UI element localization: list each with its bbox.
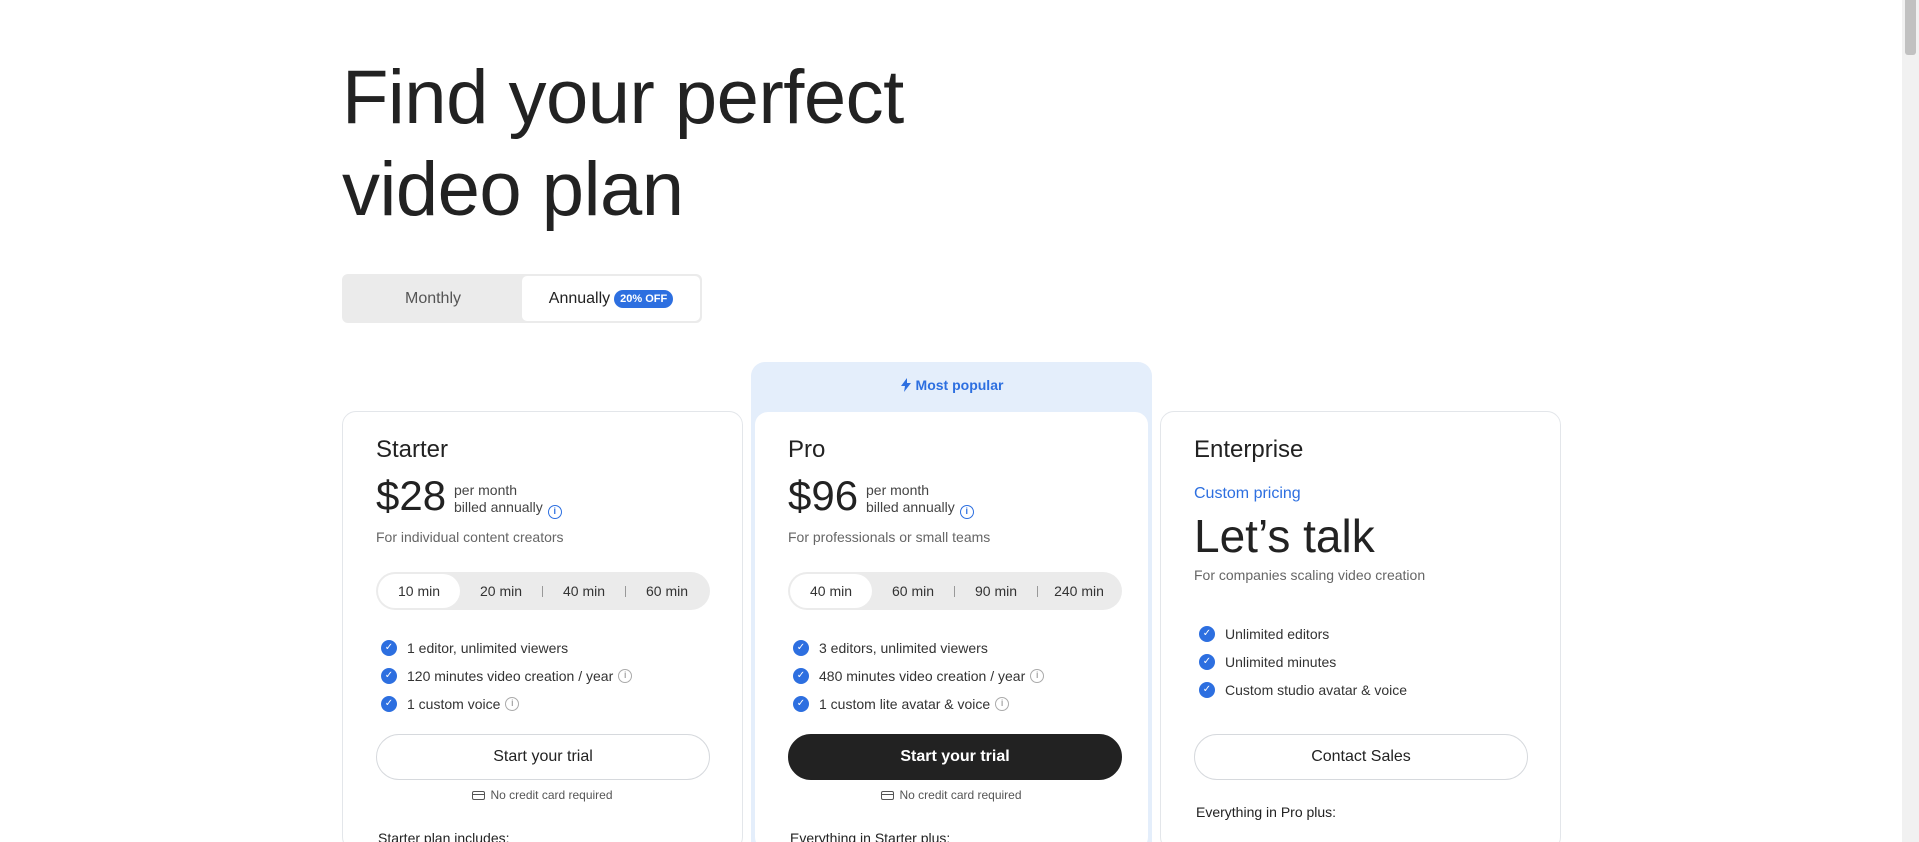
feature-text: Custom studio avatar & voice [1225, 682, 1408, 698]
plan-description: For individual content creators [376, 529, 564, 545]
check-icon: ✓ [1199, 626, 1215, 642]
check-icon: ✓ [793, 696, 809, 712]
price-period: per month [866, 482, 930, 498]
info-icon[interactable]: i [1030, 669, 1045, 683]
billing-annually-option[interactable]: Annually 20% OFF [522, 276, 700, 321]
feature-item: ✓ Unlimited minutes [1199, 648, 1407, 676]
feature-text: 120 minutes video creation / year [407, 668, 614, 684]
check-icon: ✓ [1199, 682, 1215, 698]
feature-item: ✓ 1 custom lite avatar & voice i [793, 690, 1044, 718]
enterprise-headline: Let’s talk [1194, 510, 1375, 562]
page-scrollbar[interactable] [1902, 0, 1919, 842]
plan-price: $96 [788, 472, 859, 519]
check-icon: ✓ [381, 668, 397, 684]
plan-name: Enterprise [1194, 436, 1304, 463]
info-icon[interactable]: i [959, 505, 974, 519]
most-popular-text: Most popular [915, 377, 1004, 393]
plan-name: Starter [376, 436, 449, 463]
info-icon[interactable]: i [618, 669, 633, 683]
most-popular-label: Most popular [751, 377, 1152, 393]
billing-period-toggle[interactable]: Monthly Annually 20% OFF [342, 274, 702, 323]
billing-monthly-option[interactable]: Monthly [344, 276, 522, 321]
plan-description: For companies scaling video creation [1194, 567, 1426, 583]
info-icon[interactable]: i [995, 697, 1010, 711]
feature-text: Unlimited editors [1225, 626, 1330, 642]
info-icon[interactable]: i [505, 697, 520, 711]
no-credit-card-note: No credit card required [343, 788, 742, 802]
plan-includes-heading: Everything in Pro plus: [1196, 804, 1337, 820]
feature-text: 3 editors, unlimited viewers [819, 640, 988, 656]
check-icon: ✓ [1199, 654, 1215, 670]
custom-pricing-label: Custom pricing [1194, 485, 1301, 502]
minutes-option-60[interactable]: 60 min [626, 574, 708, 608]
feature-item: ✓ Custom studio avatar & voice [1199, 676, 1407, 704]
info-icon[interactable]: i [547, 505, 562, 519]
feature-item: ✓ 120 minutes video creation / year i [381, 662, 633, 690]
scrollbar-thumb[interactable] [1905, 0, 1916, 55]
billing-note: billed annually [866, 499, 955, 515]
billing-annually-label: Annually [548, 289, 611, 307]
feature-item: ✓ 1 editor, unlimited viewers [381, 634, 632, 662]
page-title-line-1: Find your perfect [342, 55, 904, 140]
price-meta: per month billed annually i [454, 482, 562, 519]
feature-text: 1 editor, unlimited viewers [407, 640, 569, 656]
page-title-line-2: video plan [342, 147, 684, 232]
plan-description: For professionals or small teams [788, 529, 991, 545]
feature-list: ✓ 3 editors, unlimited viewers ✓ 480 minut… [793, 634, 1045, 718]
minutes-option-90[interactable]: 90 min [955, 574, 1037, 608]
lightning-icon [900, 378, 911, 392]
feature-item: ✓ 480 minutes video creation / year i [793, 662, 1045, 690]
minutes-option-20[interactable]: 20 min [460, 574, 542, 608]
credit-card-icon [472, 791, 486, 800]
start-trial-button[interactable]: Start your trial [788, 734, 1122, 780]
plan-name: Pro [788, 436, 826, 463]
plan-includes-heading: Starter plan includes: [378, 830, 510, 842]
feature-text: 1 custom lite avatar & voice [819, 696, 991, 712]
check-icon: ✓ [793, 640, 809, 656]
feature-item: ✓ 3 editors, unlimited viewers [793, 634, 1044, 662]
check-icon: ✓ [381, 696, 397, 712]
feature-text: 480 minutes video creation / year [819, 668, 1026, 684]
plan-card-starter: Starter $28 per month billed annually i F… [342, 411, 743, 842]
minutes-option-60[interactable]: 60 min [872, 574, 954, 608]
no-credit-card-note: No credit card required [755, 788, 1148, 802]
feature-item: ✓ Unlimited editors [1199, 620, 1407, 648]
feature-item: ✓ 1 custom voice i [381, 690, 632, 718]
billing-note: billed annually [454, 499, 543, 515]
discount-badge: 20% OFF [614, 289, 674, 308]
no-credit-card-text: No credit card required [899, 788, 1022, 802]
plan-price: $28 [376, 472, 447, 519]
credit-card-icon [881, 791, 895, 800]
minutes-selector[interactable]: 40 min 60 min 90 min 240 min [788, 572, 1122, 610]
check-icon: ✓ [381, 640, 397, 656]
minutes-option-10[interactable]: 10 min [378, 574, 460, 608]
minutes-option-240[interactable]: 240 min [1038, 574, 1120, 608]
minutes-option-40[interactable]: 40 min [543, 574, 625, 608]
plan-card-enterprise: Enterprise Custom pricing Let’s talk For… [1160, 411, 1561, 842]
feature-list: ✓ Unlimited editors ✓ Unlimited minutes ✓ C… [1199, 620, 1407, 704]
contact-sales-button[interactable]: Contact Sales [1194, 734, 1528, 780]
feature-text: Unlimited minutes [1225, 654, 1337, 670]
plan-includes-heading: Everything in Starter plus: [790, 830, 951, 842]
page-title: Find your perfect video plan [342, 52, 904, 236]
feature-list: ✓ 1 editor, unlimited viewers ✓ 120 minute… [381, 634, 633, 718]
check-icon: ✓ [793, 668, 809, 684]
price-period: per month [454, 482, 518, 498]
minutes-option-40[interactable]: 40 min [790, 574, 872, 608]
minutes-selector[interactable]: 10 min 20 min 40 min 60 min [376, 572, 710, 610]
plan-card-pro: Pro $96 per month billed annually i For p… [754, 411, 1149, 842]
feature-text: 1 custom voice [407, 696, 501, 712]
no-credit-card-text: No credit card required [490, 788, 613, 802]
price-meta: per month billed annually i [866, 482, 974, 519]
start-trial-button[interactable]: Start your trial [376, 734, 710, 780]
